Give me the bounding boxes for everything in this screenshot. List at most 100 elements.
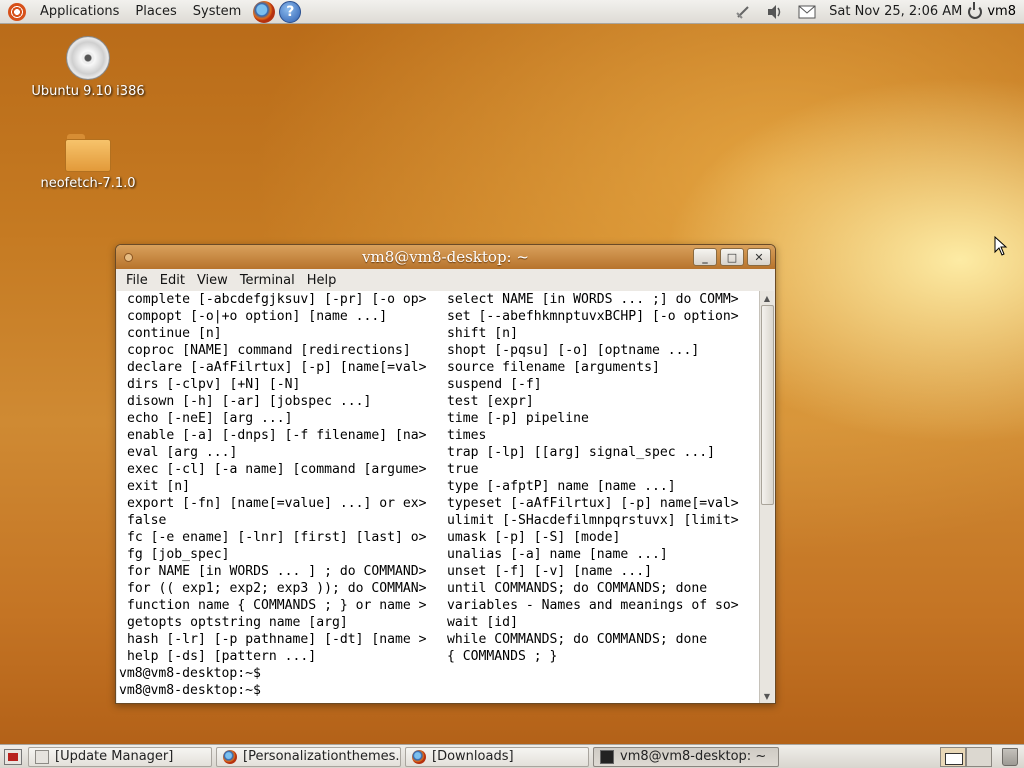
task-label: [Downloads] [432,749,514,764]
taskbar-item-personalization[interactable]: [Personalizationthemes... [216,746,401,767]
terminal-line: for (( exp1; exp2; exp3 )); do COMMAN> un… [117,580,760,597]
help-entry-right: suspend [-f] [447,377,542,392]
menu-terminal[interactable]: Terminal [234,273,301,288]
terminal-line: fc [-e ename] [-lnr] [first] [last] o> um… [117,529,760,546]
firefox-launcher-icon[interactable] [253,0,276,23]
help-entry-left: dirs [-clpv] [+N] [-N] [127,377,301,392]
help-entry-left: function name { COMMANDS ; } or name > [127,598,427,613]
help-entry-right: umask [-p] [-S] [mode] [447,530,621,545]
close-button[interactable]: ✕ [747,248,771,266]
ubuntu-logo-icon[interactable] [8,2,26,21]
terminal-output[interactable]: complete [-abcdefgjksuv] [-pr] [-o op> se… [117,291,760,703]
shell-prompt: vm8@vm8-desktop:~$ [119,683,261,698]
terminal-line: enable [-a] [-dnps] [-f filename] [na> ti… [117,427,760,444]
mail-icon[interactable] [798,4,816,20]
terminal-line: export [-fn] [name[=value] ...] or ex> ty… [117,495,760,512]
window-title: vm8@vm8-desktop: ~ [362,248,529,266]
terminal-line: vm8@vm8-desktop:~$ [117,665,760,682]
window-titlebar[interactable]: vm8@vm8-desktop: ~ _ □ ✕ [116,245,775,269]
terminal-line: dirs [-clpv] [+N] [-N] suspend [-f] [117,376,760,393]
menu-file[interactable]: File [120,273,154,288]
menu-places[interactable]: Places [127,4,184,19]
terminal-line: continue [n] shift [n] [117,325,760,342]
help-entry-right: test [expr] [447,394,534,409]
help-entry-left: complete [-abcdefgjksuv] [-pr] [-o op> [127,292,427,307]
help-entry-left: disown [-h] [-ar] [jobspec ...] [127,394,372,409]
workspace-2[interactable] [966,746,992,767]
help-entry-right: select NAME [in WORDS ... ;] do COMM> [447,292,739,307]
minimize-button[interactable]: _ [693,248,717,266]
help-entry-right: trap [-lp] [[arg] signal_spec ...] [447,445,716,460]
mouse-pointer-icon [994,236,1008,256]
terminal-line: coproc [NAME] command [redirections] shop… [117,342,760,359]
help-entry-right: wait [id] [447,615,518,630]
terminal-line: getopts optstring name [arg] wait [id] [117,614,760,631]
show-desktop-icon[interactable] [4,748,22,765]
desktop-icon-ubuntu-cd[interactable]: Ubuntu 9.10 i386 [23,36,153,99]
help-entry-right: until COMMANDS; do COMMANDS; done [447,581,708,596]
terminal-line: help [-ds] [pattern ...] { COMMANDS ; } [117,648,760,665]
help-entry-right: typeset [-aAfFilrtux] [-p] name[=val> [447,496,739,511]
help-icon[interactable]: ? [279,0,302,23]
clock[interactable]: Sat Nov 25, 2:06 AM [829,4,962,19]
taskbar-item-downloads[interactable]: [Downloads] [405,746,589,767]
desktop-icon-neofetch-folder[interactable]: neofetch-7.1.0 [23,134,153,191]
help-entry-right: unalias [-a] name [name ...] [447,547,668,562]
user-menu[interactable]: vm8 [968,1,1016,19]
terminal-line: vm8@vm8-desktop:~$ [117,682,760,699]
task-label: [Update Manager] [55,749,174,764]
menu-edit[interactable]: Edit [154,273,191,288]
desktop-icon-label: Ubuntu 9.10 i386 [31,84,145,99]
menu-applications[interactable]: Applications [32,4,127,19]
terminal-icon [600,749,614,764]
taskbar-item-update-manager[interactable]: [Update Manager] [28,746,212,767]
help-entry-right: times [447,428,487,443]
menu-system[interactable]: System [185,4,249,19]
cd-icon [66,36,110,80]
terminal-menubar: File Edit View Terminal Help [116,269,775,291]
folder-icon [65,134,111,172]
taskbar-item-terminal[interactable]: vm8@vm8-desktop: ~ [593,746,779,767]
terminal-line: exec [-cl] [-a name] [command [argume> tr… [117,461,760,478]
help-entry-right: set [--abefhkmnptuvxBCHP] [-o option> [447,309,739,324]
help-entry-left: exec [-cl] [-a name] [command [argume> [127,462,427,477]
help-entry-left: eval [arg ...] [127,445,238,460]
trash-icon[interactable] [1002,747,1018,766]
help-entry-left: compopt [-o|+o option] [name ...] [127,309,388,324]
help-entry-left: export [-fn] [name[=value] ...] or ex> [127,496,427,511]
system-tray: Sat Nov 25, 2:06 AM vm8 [727,1,1024,20]
task-label: [Personalizationthemes... [243,749,401,764]
terminal-line: exit [n] type [-afptP] name [name ...] [117,478,760,495]
help-entry-left: fg [job_spec] [127,547,230,562]
scroll-thumb[interactable] [761,305,774,505]
terminal-scrollbar[interactable]: ▲ ▼ [759,291,774,703]
terminal-line: disown [-h] [-ar] [jobspec ...] test [exp… [117,393,760,410]
bottom-panel: [Update Manager] [Personalizationthemes.… [0,744,1024,768]
help-entry-left: fc [-e ename] [-lnr] [first] [last] o> [127,530,427,545]
menu-view[interactable]: View [191,273,234,288]
menu-help[interactable]: Help [301,273,343,288]
maximize-button[interactable]: □ [720,248,744,266]
help-entry-right: type [-afptP] name [name ...] [447,479,676,494]
power-icon [968,1,983,19]
terminal-line: eval [arg ...] trap [-lp] [[arg] signal_s… [117,444,760,461]
help-entry-right: variables - Names and meanings of so> [447,598,739,613]
help-entry-left: for NAME [in WORDS ... ] ; do COMMAND> [127,564,427,579]
terminal-line: complete [-abcdefgjksuv] [-pr] [-o op> se… [117,291,760,308]
help-entry-left: getopts optstring name [arg] [127,615,348,630]
scroll-up-arrow-icon[interactable]: ▲ [760,291,774,305]
network-icon[interactable] [734,4,752,20]
help-entry-right: shift [n] [447,326,518,341]
terminal-line: for NAME [in WORDS ... ] ; do COMMAND> un… [117,563,760,580]
shell-prompt: vm8@vm8-desktop:~$ [119,666,261,681]
workspace-1[interactable] [940,746,966,767]
update-manager-icon [35,749,49,764]
workspace-switcher [940,746,992,767]
help-entry-right: source filename [arguments] [447,360,660,375]
scroll-down-arrow-icon[interactable]: ▼ [760,689,774,703]
help-entry-right: time [-p] pipeline [447,411,589,426]
help-entry-right: true [447,462,479,477]
volume-icon[interactable] [766,4,784,20]
username: vm8 [987,4,1016,19]
terminal-line: false ulimit [-SHacdefilmnpqrstuvx] [limi… [117,512,760,529]
